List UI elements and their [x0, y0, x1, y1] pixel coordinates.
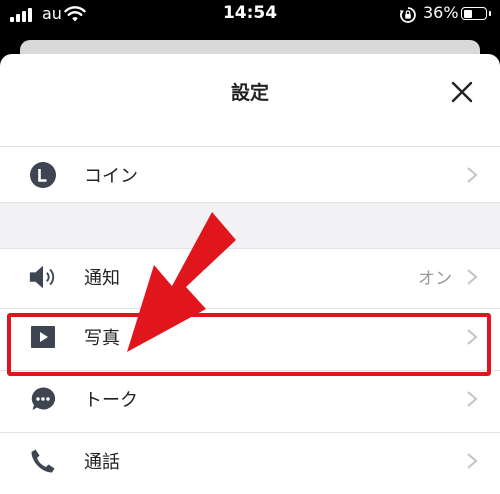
speaker-icon [28, 262, 58, 292]
settings-item-label: 通話 [84, 451, 120, 473]
battery-icon [461, 7, 491, 20]
phone-icon [28, 446, 58, 476]
close-icon[interactable] [448, 78, 476, 106]
settings-sheet: 設定 コイン 通知 オン 写真 トーク 通話 [0, 54, 500, 494]
chevron-right-icon [467, 166, 478, 183]
settings-item-calls[interactable]: 通話 [0, 432, 500, 488]
settings-item-coin[interactable]: コイン [0, 146, 500, 202]
chevron-right-icon [467, 452, 478, 469]
chat-bubble-icon [28, 384, 58, 414]
chevron-right-icon [467, 268, 478, 285]
coin-icon [28, 160, 58, 190]
highlight-box [7, 313, 491, 376]
rotation-lock-icon [399, 7, 416, 23]
chevron-right-icon [467, 390, 478, 407]
section-divider [0, 202, 500, 248]
settings-item-label: トーク [84, 389, 138, 411]
settings-item-label: 通知 [84, 267, 120, 289]
settings-item-label: コイン [84, 165, 138, 187]
notification-status: オン [418, 269, 452, 289]
battery-percentage: 36% [423, 3, 459, 22]
settings-item-notifications[interactable]: 通知 オン [0, 248, 500, 304]
page-title: 設定 [230, 82, 269, 104]
settings-item-talk[interactable]: トーク [0, 370, 500, 426]
status-bar: au 14:54 36% [0, 0, 500, 30]
